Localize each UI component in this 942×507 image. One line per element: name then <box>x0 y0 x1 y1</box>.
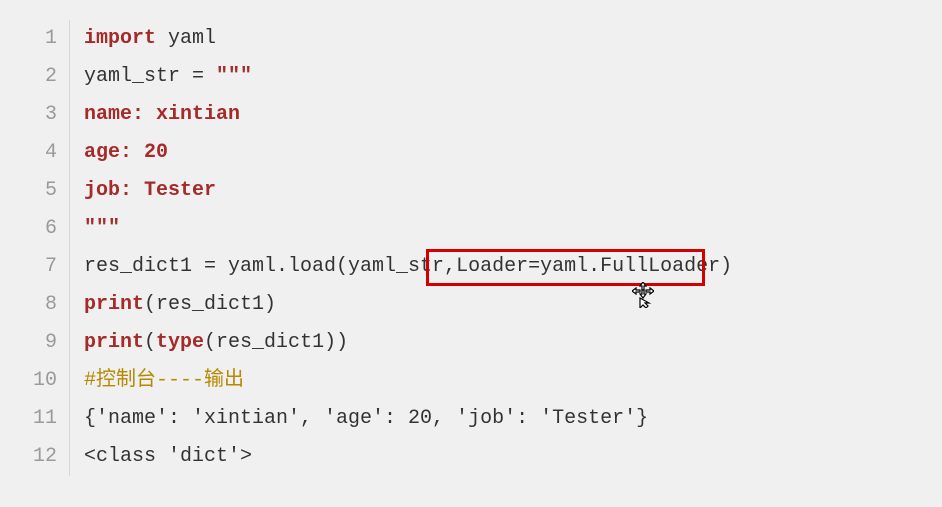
line-number: 9 <box>20 324 57 362</box>
code-line: name: xintian <box>84 96 732 134</box>
keyword: print <box>84 293 144 316</box>
code-line: <class 'dict'> <box>84 438 732 476</box>
code-line: """ <box>84 210 732 248</box>
identifier: (res_dict1) <box>144 293 276 316</box>
code-line: #控制台----输出 <box>84 362 732 400</box>
output: <class 'dict'> <box>84 445 252 468</box>
identifier: ( <box>144 331 156 354</box>
string-literal: """ <box>84 217 120 240</box>
keyword: print <box>84 331 144 354</box>
line-number: 4 <box>20 134 57 172</box>
string-literal: """ <box>216 65 252 88</box>
string-literal: name: xintian <box>84 103 240 126</box>
line-number: 3 <box>20 96 57 134</box>
line-number: 10 <box>20 362 57 400</box>
line-number: 8 <box>20 286 57 324</box>
line-number-gutter: 1 2 3 4 5 6 7 8 9 10 11 12 <box>20 20 70 476</box>
code-line: job: Tester <box>84 172 732 210</box>
line-number: 6 <box>20 210 57 248</box>
code-line: yaml_str = """ <box>84 58 732 96</box>
line-number: 12 <box>20 438 57 476</box>
space <box>156 27 168 50</box>
identifier: (res_dict1)) <box>204 331 348 354</box>
keyword: type <box>156 331 204 354</box>
identifier: yaml <box>168 27 216 50</box>
code-content: import yaml yaml_str = """ name: xintian… <box>70 20 732 476</box>
line-number: 5 <box>20 172 57 210</box>
code-line: {'name': 'xintian', 'age': 20, 'job': 'T… <box>84 400 732 438</box>
code-line: import yaml <box>84 20 732 58</box>
comment: #控制台----输出 <box>84 369 244 392</box>
code-line: age: 20 <box>84 134 732 172</box>
line-number: 7 <box>20 248 57 286</box>
identifier: ) <box>720 255 732 278</box>
string-literal: age: 20 <box>84 141 168 164</box>
highlighted-argument: Loader=yaml.FullLoader <box>456 255 720 278</box>
code-editor: 1 2 3 4 5 6 7 8 9 10 11 12 import yaml y… <box>20 20 922 476</box>
identifier: yaml_str = <box>84 65 216 88</box>
line-number: 2 <box>20 58 57 96</box>
string-literal: job: Tester <box>84 179 216 202</box>
line-number: 1 <box>20 20 57 58</box>
identifier: res_dict1 = yaml.load(yaml_str, <box>84 255 456 278</box>
code-line: print(res_dict1) <box>84 286 732 324</box>
keyword: import <box>84 27 156 50</box>
code-line: res_dict1 = yaml.load(yaml_str,Loader=ya… <box>84 248 732 286</box>
output: {'name': 'xintian', 'age': 20, 'job': 'T… <box>84 407 648 430</box>
line-number: 11 <box>20 400 57 438</box>
code-line: print(type(res_dict1)) <box>84 324 732 362</box>
